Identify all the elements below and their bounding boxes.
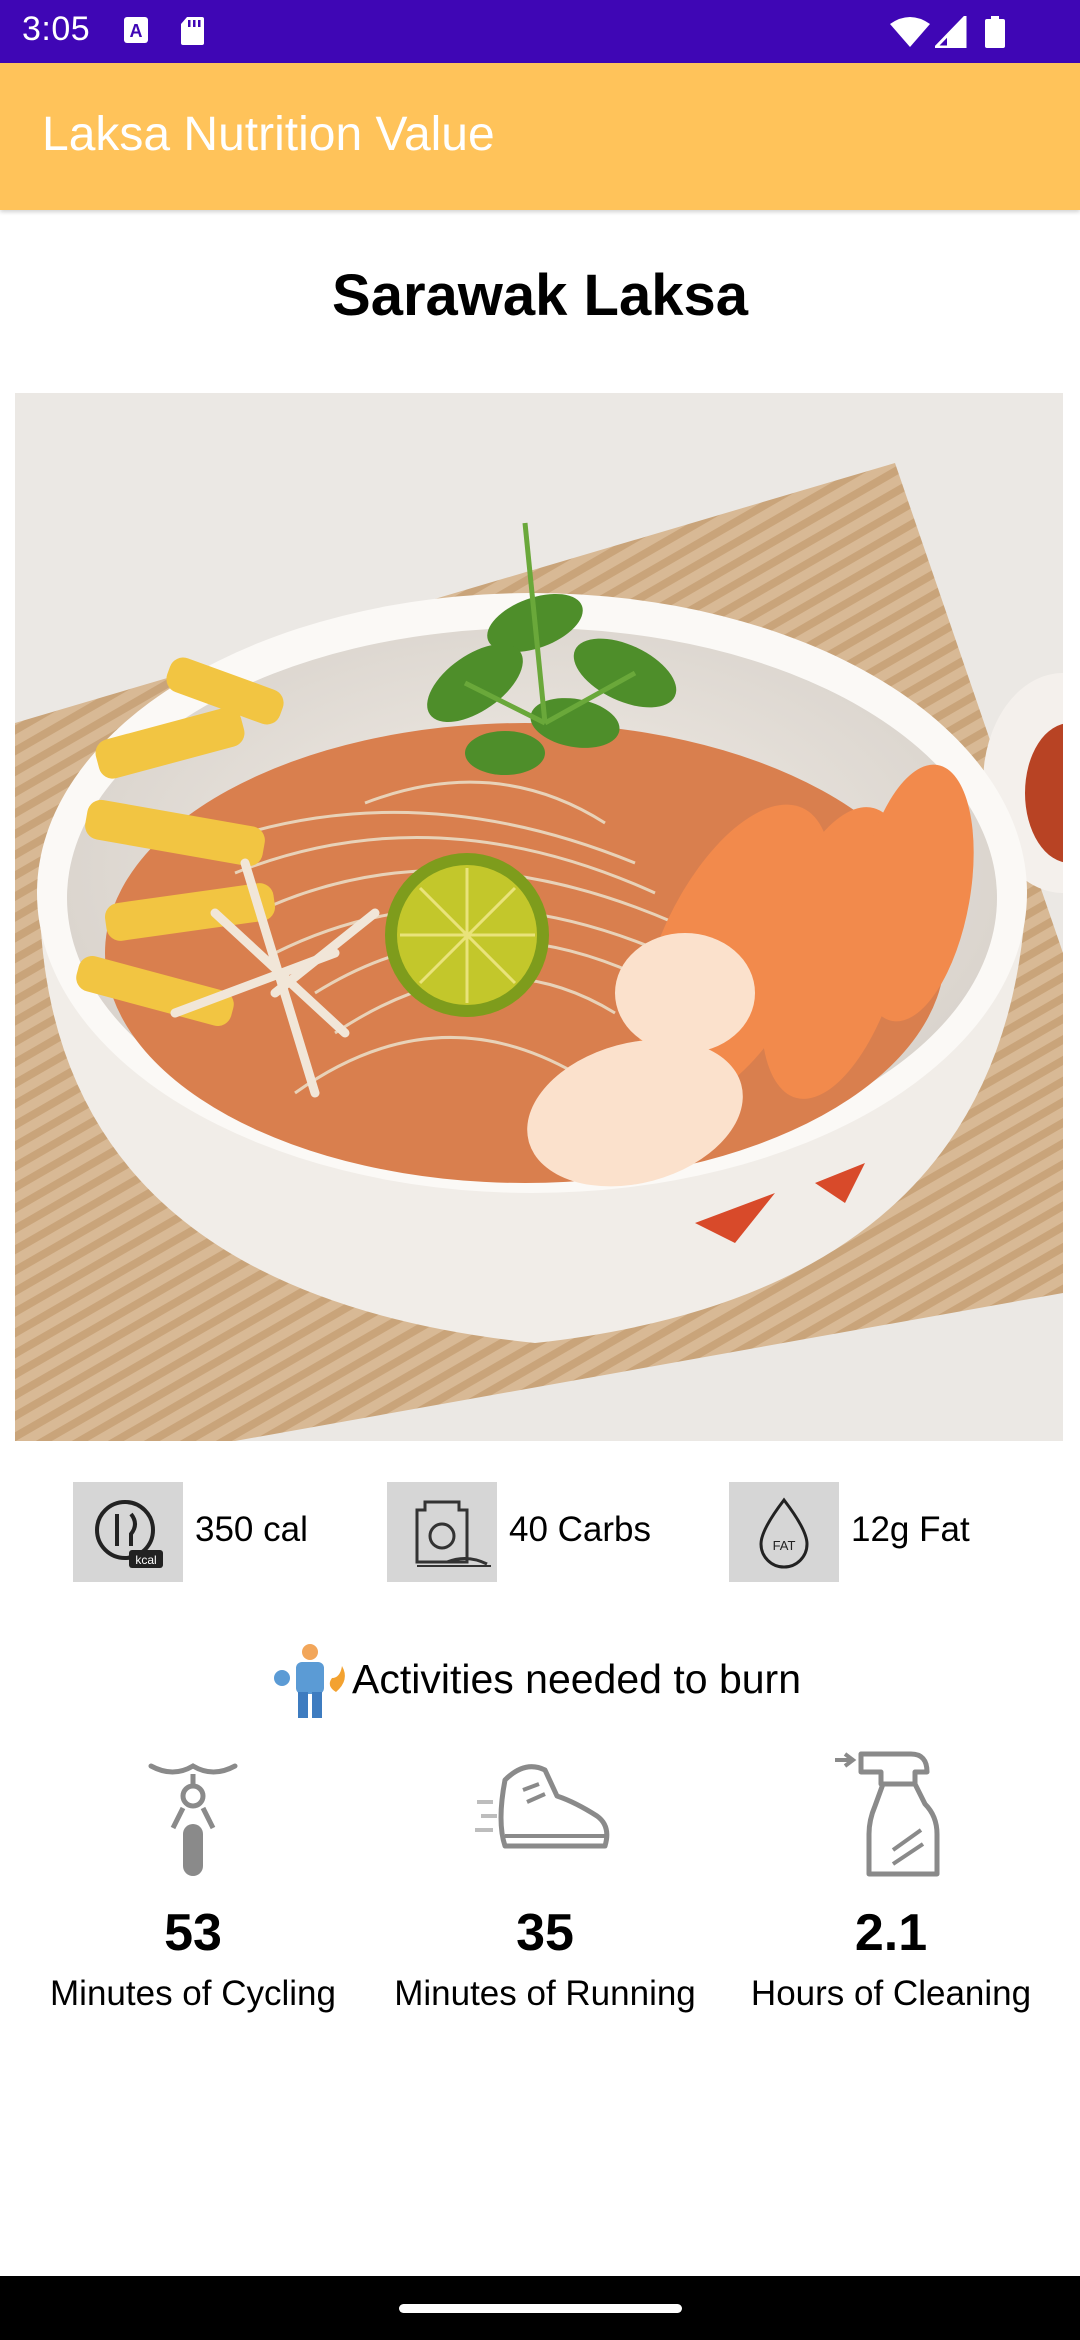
calories-value: 350 cal xyxy=(195,1510,308,1549)
a-letter-icon: A xyxy=(124,17,148,43)
sd-card-icon xyxy=(181,17,204,45)
calorie-icon: kcal xyxy=(73,1482,183,1582)
svg-text:A: A xyxy=(130,21,143,41)
home-gesture-handle[interactable] xyxy=(399,2304,682,2313)
cellular-signal-icon xyxy=(935,16,967,48)
cleaning-value: 2.1 xyxy=(854,1904,928,1962)
app-title: Laksa Nutrition Value xyxy=(42,108,495,161)
activity-cycling: 53 Minutes of Cycling xyxy=(13,1750,373,2020)
wifi-icon xyxy=(890,17,930,47)
app-bar: Laksa Nutrition Value xyxy=(0,63,1080,210)
fat-value: 12g Fat xyxy=(851,1510,970,1549)
laksa-bowl-photo xyxy=(15,393,1063,1441)
battery-icon xyxy=(985,16,1005,48)
status-time: 3:05 xyxy=(22,10,91,48)
running-shoe-icon xyxy=(475,1764,610,1849)
fitness-burn-icon xyxy=(274,1644,345,1718)
svg-text:FAT: FAT xyxy=(773,1538,796,1553)
activity-cleaning: 2.1 Hours of Cleaning xyxy=(711,1750,1071,2020)
activities-heading: Activities needed to burn xyxy=(0,1640,1080,1720)
running-label: Minutes of Running xyxy=(394,1974,696,2013)
nutrient-fat: FAT 12g Fat xyxy=(729,1482,989,1582)
navigation-bar xyxy=(0,2276,1080,2340)
svg-text:kcal: kcal xyxy=(135,1553,156,1567)
activity-running: 35 Minutes of Running xyxy=(365,1750,725,2020)
carbs-icon xyxy=(387,1482,497,1582)
dish-title: Sarawak Laksa xyxy=(332,263,748,328)
spray-bottle-icon xyxy=(835,1751,940,1877)
running-value: 35 xyxy=(516,1904,574,1962)
cycling-value: 53 xyxy=(164,1904,222,1962)
cleaning-label: Hours of Cleaning xyxy=(750,1974,1032,2013)
cycling-label: Minutes of Cycling xyxy=(50,1974,336,2013)
carbs-value: 40 Carbs xyxy=(509,1510,652,1549)
nutrient-calories: kcal 350 cal xyxy=(73,1482,333,1582)
activities-heading-label: Activities needed to burn xyxy=(352,1656,801,1702)
fat-icon: FAT xyxy=(729,1482,839,1582)
nutrient-carbs: 40 Carbs xyxy=(387,1482,667,1582)
status-bar: 3:05 A xyxy=(0,0,1080,63)
bicycle-icon xyxy=(148,1763,238,1876)
